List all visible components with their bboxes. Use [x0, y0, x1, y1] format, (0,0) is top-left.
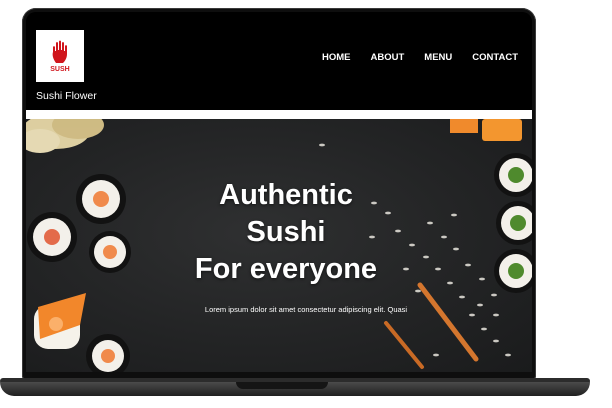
maki-roll	[86, 334, 130, 372]
maki-roll	[494, 249, 532, 293]
nav-contact-link[interactable]: CONTACT	[462, 52, 528, 63]
nigiri	[34, 293, 86, 349]
main-nav: HOME ABOUT MENU CONTACT	[312, 52, 528, 63]
maki-roll	[89, 231, 131, 273]
nav-about-link[interactable]: ABOUT	[361, 52, 415, 63]
maki-roll	[494, 153, 532, 197]
maki-roll	[27, 212, 77, 262]
hero-heading-line: Sushi	[246, 216, 326, 248]
maki-roll	[76, 174, 126, 224]
browser-screen: SUSH Sushi Flower HOME ABOUT MENU CONTAC…	[26, 12, 532, 372]
ginger-slices	[26, 119, 104, 153]
logo-text: SUSH	[50, 66, 70, 73]
hero-heading: Authentic Sushi For everyone	[156, 177, 416, 288]
hero-section: Authentic Sushi For everyone Lorem ipsum…	[26, 119, 532, 372]
maki-roll	[496, 201, 532, 245]
hero-heading-line: For everyone	[194, 253, 378, 285]
nav-home-link[interactable]: HOME	[312, 52, 361, 63]
header-divider	[26, 110, 532, 119]
site-header: SUSH Sushi Flower HOME ABOUT MENU CONTAC…	[26, 12, 532, 110]
hero-heading-line: Authentic	[219, 179, 353, 211]
laptop-notch	[236, 382, 328, 389]
nav-menu-link[interactable]: MENU	[414, 52, 462, 63]
brand-name: Sushi Flower	[36, 90, 97, 102]
hand-icon	[52, 40, 67, 63]
hero-subtext: Lorem ipsum dolor sit amet consectetur a…	[204, 305, 408, 314]
site-logo[interactable]: SUSH	[36, 30, 84, 82]
